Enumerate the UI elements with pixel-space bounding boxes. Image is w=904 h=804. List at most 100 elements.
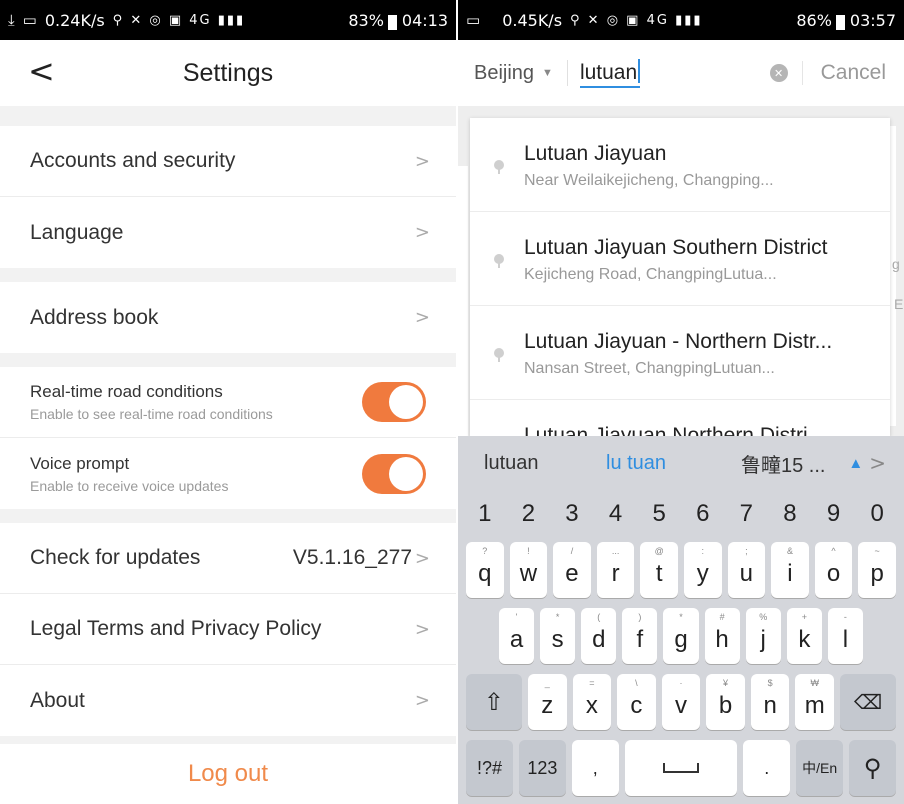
result-name: Lutuan Jiayuan [524,142,667,165]
key-secondary-char: ^ [831,546,836,556]
shift-key[interactable]: ⇧ [466,674,522,730]
suggestion-item[interactable]: 鲁疃15 ... [741,449,848,478]
number-key[interactable]: 9 [815,494,853,534]
letter-key[interactable]: / e [553,542,591,598]
letter-key[interactable]: ' a [499,608,535,664]
settings-item-label: Language [30,220,124,244]
clear-icon[interactable]: ✕ [769,64,788,82]
key-secondary-char: * [679,612,683,622]
settings-item-check-updates[interactable]: Check for updates V5.1.16_277 > [0,523,456,594]
key-secondary-char: : [701,546,705,556]
number-key[interactable]: 5 [640,494,678,534]
settings-item-label: Accounts and security [30,149,236,172]
page-title: Settings [182,58,274,87]
letter-key[interactable]: ; u [727,542,766,598]
letter-key[interactable]: ) f [622,608,658,664]
letter-key[interactable]: % j [745,608,781,664]
letter-key[interactable]: * g [663,608,699,664]
letter-key[interactable]: \ c [617,674,656,730]
result-item[interactable]: Lutuan Jiayuan - Northern Distr... Nansa… [470,306,890,400]
number-key[interactable]: 0 [858,494,896,534]
letter-key[interactable]: ^ o [814,542,853,598]
key-secondary-char: ( [597,612,601,622]
number-key[interactable]: 8 [771,494,809,534]
city-selector[interactable]: Beijing ▼ [474,62,553,85]
letter-key[interactable]: ? q [466,542,504,598]
key-secondary-char: ¥ [723,678,729,688]
chevron-right-icon[interactable]: > [869,451,886,475]
number-key[interactable]: 3 [553,494,591,534]
result-item[interactable]: Lutuan Jiayuan Southern District Kejiche… [470,212,890,306]
backspace-key[interactable]: ⌫ [840,674,896,730]
letter-key[interactable]: = x [572,674,612,730]
letter-key[interactable]: + k [786,608,822,664]
language-switch-key[interactable]: 中/En [796,740,844,796]
key-secondary-char: # [719,612,725,622]
key-secondary-char: = [589,678,595,688]
letter-key[interactable]: _ z [527,674,567,730]
number-key[interactable]: 7 [728,494,766,534]
letter-key[interactable]: ~ p [858,542,896,598]
key-secondary-char: ? [482,546,488,556]
space-key[interactable] [624,740,738,796]
letter-key[interactable]: ! w [509,542,548,598]
settings-header: < Settings [0,40,456,106]
settings-item-language[interactable]: Language > [0,197,456,268]
suggestion-item[interactable]: lutuan [484,452,606,475]
letter-key[interactable]: ₩ m [795,674,834,730]
number-key[interactable]: 2 [510,494,548,534]
logout-button[interactable]: Log out [0,744,456,804]
letter-key[interactable]: (d [581,608,617,664]
suggestion-bar: lutuan lu tuan 鲁疃15 ... ▲ > [458,436,904,490]
city-name: Beijing [474,61,535,84]
numbers-key[interactable]: 123 [518,740,566,796]
letter-row-1: ? q! w / e... r @ t: y; u & i ^ o ~ p [458,542,904,598]
search-key[interactable]: ⚲ [849,740,897,796]
suggestion-item[interactable]: lu tuan [606,452,741,475]
key-char: l [842,626,849,653]
key-secondary-char: + [801,612,807,622]
settings-item-legal[interactable]: Legal Terms and Privacy Policy > [0,594,456,665]
number-key[interactable]: 4 [597,494,635,534]
keyboard: lutuan lu tuan 鲁疃15 ... ▲ > 1234567890 ?… [458,436,904,804]
letter-row-3: ⇧ _ z = x \ c · v ¥ b $ n ₩ m ⌫ [458,674,904,730]
comma-key[interactable]: , [571,740,619,796]
key-secondary-char: & [786,546,793,556]
period-key[interactable]: . [743,740,791,796]
letter-key[interactable]: ¥ b [706,674,745,730]
letter-key[interactable]: -l [827,608,863,664]
letter-key[interactable]: @ t [640,542,678,598]
settings-item-accounts[interactable]: Accounts and security > [0,126,456,197]
voice-prompt-toggle[interactable] [362,453,426,494]
key-char: y [696,560,709,587]
settings-item-label: Real-time road conditions [30,382,223,401]
battery-icon [387,14,397,30]
key-secondary-char: ₩ [810,678,819,688]
settings-item-about[interactable]: About > [0,665,456,736]
road-conditions-toggle[interactable] [362,382,426,422]
clock: 04:13 [401,10,448,30]
symbols-key[interactable]: !?# [466,740,513,796]
settings-item-address-book[interactable]: Address book > [0,282,456,353]
section-gap [0,268,456,282]
status-icons: ⚲ ✕ ◎ ▣ 4G ▮▮▮ [112,12,246,28]
cancel-button[interactable]: Cancel [821,61,886,85]
number-key[interactable]: 6 [684,494,722,534]
number-key[interactable]: 1 [466,494,504,534]
key-char: c [630,692,643,719]
search-input[interactable]: lutuan [579,58,641,88]
letter-key[interactable]: ... r [596,542,635,598]
letter-key[interactable]: & i [771,542,809,598]
result-name: Lutuan Jiayuan Northern Distri... [524,424,826,436]
letter-key[interactable]: · v [661,674,701,730]
letter-key[interactable]: * s [540,608,576,664]
letter-key[interactable]: # h [704,608,740,664]
back-button[interactable]: < [28,52,55,90]
result-item[interactable]: Lutuan Jiayuan Northern Distri... [470,400,890,436]
letter-key[interactable]: $ n [750,674,790,730]
letter-key[interactable]: :y [683,542,722,598]
key-char: 2 [521,500,536,527]
bottom-row: !?# 123 , . 中/En ⚲ [458,740,904,796]
result-item[interactable]: Lutuan Jiayuan Near Weilaikejicheng, Cha… [470,118,890,212]
search-results: Lutuan Jiayuan Near Weilaikejicheng, Cha… [470,118,890,436]
